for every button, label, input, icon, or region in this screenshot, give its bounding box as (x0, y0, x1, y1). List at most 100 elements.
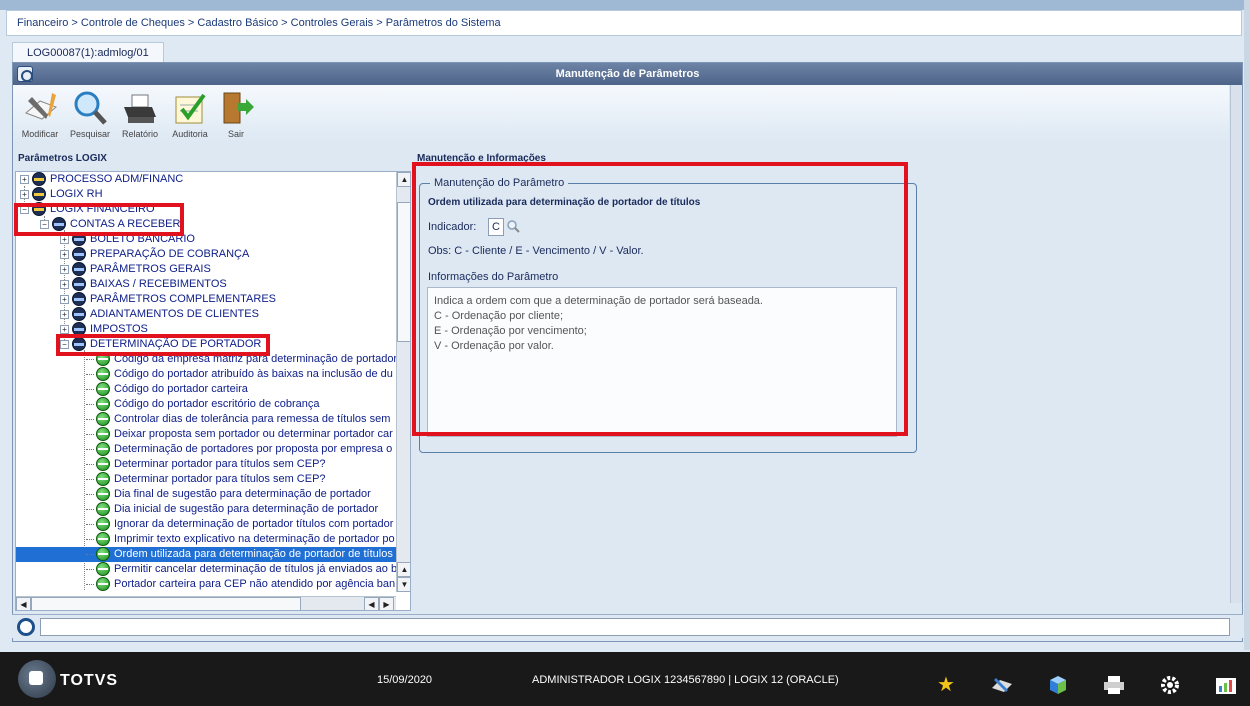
tree-leaf[interactable]: Código do portador escritório de cobranç… (86, 397, 319, 412)
tree-node-boleto[interactable]: + BOLETO BANCÁRIO (60, 232, 195, 247)
expand-icon[interactable]: + (60, 294, 69, 304)
folder-icon (72, 262, 86, 277)
window-app-icon (17, 66, 33, 82)
parameter-icon (96, 412, 110, 427)
parameter-icon (96, 367, 110, 382)
tree-node-adiantamentos[interactable]: + ADIANTAMENTOS DE CLIENTES (60, 307, 259, 322)
status-bar (12, 614, 1243, 638)
tree-leaf[interactable]: Dia final de sugestão para determinação … (86, 487, 371, 502)
top-strip (0, 0, 1250, 10)
tree-leaf[interactable]: Código da empresa matriz para determinaç… (86, 352, 397, 367)
tree-node-baixas[interactable]: + BAIXAS / RECEBIMENTOS (60, 277, 227, 292)
tree-node-logix-rh[interactable]: + LOGIX RH (20, 187, 103, 202)
parameter-description: Ordem utilizada para determinação de por… (428, 197, 701, 208)
scroll-thumb[interactable] (397, 202, 410, 342)
parameter-icon (96, 532, 110, 547)
folder-icon (72, 292, 86, 307)
scroll-left-icon[interactable]: ◀ (16, 597, 31, 610)
info-label: Informações do Parâmetro (428, 271, 559, 283)
chart-stats-icon[interactable] (1214, 674, 1238, 696)
parameter-icon (96, 442, 110, 457)
tree-leaf[interactable]: Determinação de portadores por proposta … (86, 442, 392, 457)
parameter-icon (96, 472, 110, 487)
tree-leaf[interactable]: Código do portador carteira (86, 382, 248, 397)
parameter-icon (96, 547, 110, 562)
indicator-label: Indicador: (428, 221, 477, 233)
expand-icon[interactable]: + (60, 324, 69, 334)
exit-door-icon (218, 89, 254, 127)
collapse-icon[interactable]: − (20, 204, 29, 214)
parameter-icon (96, 352, 110, 367)
totvs-logo-icon[interactable] (18, 660, 56, 698)
breadcrumb: Financeiro > Controle de Cheques > Cadas… (6, 10, 1242, 36)
parameter-icon (96, 502, 110, 517)
tree-node-processo[interactable]: + PROCESSO ADM/FINANC (20, 172, 183, 187)
printer-icon[interactable] (1102, 674, 1126, 696)
tree-node-impostos[interactable]: + IMPOSTOS (60, 322, 148, 337)
tree-leaf[interactable]: Permitir cancelar determinação de título… (86, 562, 397, 577)
expand-icon[interactable]: + (60, 249, 69, 259)
scroll-up-icon[interactable]: ▲ (397, 562, 410, 577)
indicator-field[interactable]: C (488, 218, 504, 236)
expand-icon[interactable]: + (60, 309, 69, 319)
folder-icon (32, 187, 46, 202)
folder-icon (72, 337, 86, 352)
lookup-magnifier-icon[interactable] (506, 219, 520, 233)
search-button[interactable]: Pesquisar (65, 89, 115, 139)
folder-icon (32, 172, 46, 187)
expand-icon[interactable]: + (60, 264, 69, 274)
tree-leaf[interactable]: Dia inicial de sugestão para determinaçã… (86, 502, 378, 517)
folder-icon (72, 247, 86, 262)
status-icon (17, 618, 35, 636)
folder-icon (32, 202, 46, 217)
parameter-icon (96, 382, 110, 397)
modify-button[interactable]: Modificar (15, 89, 65, 139)
cube-box-icon[interactable] (1046, 674, 1070, 696)
scroll-right-icon[interactable]: ▶ (379, 597, 394, 610)
tree-leaf[interactable]: Determinar portador para títulos sem CEP… (86, 457, 326, 472)
expand-icon[interactable]: + (60, 234, 69, 244)
parameter-icon (96, 457, 110, 472)
tree-leaf[interactable]: Portador carteira para CEP não atendido … (86, 577, 395, 592)
exit-button[interactable]: Sair (211, 89, 261, 139)
tree-node-preparacao[interactable]: + PREPARAÇÃO DE COBRANÇA (60, 247, 249, 262)
scroll-thumb[interactable] (31, 597, 301, 610)
tree-horizontal-scrollbar[interactable]: ◀ ◀ ▶ (16, 596, 396, 610)
tree-node-logix-financeiro[interactable]: − LOGIX FINANCEIRO (20, 202, 155, 217)
tree-node-determinacao[interactable]: − DETERMINAÇÃO DE PORTADOR (60, 337, 261, 352)
tree-leaf[interactable]: Controlar dias de tolerância para remess… (86, 412, 390, 427)
tree-vertical-scrollbar[interactable]: ▲ ▲ ▼ (396, 172, 410, 592)
parameter-groupbox-legend: Manutenção do Parâmetro (430, 177, 569, 189)
taskbar: TOTVS 15/09/2020 ADMINISTRADOR LOGIX 123… (0, 652, 1250, 706)
edit-pencil-icon[interactable] (990, 674, 1014, 696)
folder-icon (72, 277, 86, 292)
parameter-icon (96, 577, 110, 592)
tree-node-contas-receber[interactable]: − CONTAS A RECEBER (40, 217, 180, 232)
info-textarea[interactable]: Indica a ordem com que a determinação de… (427, 287, 897, 437)
folder-icon (72, 232, 86, 247)
tree-node-complementares[interactable]: + PARÂMETROS COMPLEMENTARES (60, 292, 276, 307)
scroll-left-icon[interactable]: ◀ (364, 597, 379, 610)
tab-program[interactable]: LOG00087(1):admlog/01 (12, 42, 164, 62)
report-button[interactable]: Relatório (115, 89, 165, 139)
favorites-star-icon[interactable]: ★ (934, 674, 958, 696)
printer-icon (122, 89, 158, 127)
window-scrollbar[interactable] (1230, 85, 1242, 603)
tree-leaf-selected[interactable]: Ordem utilizada para determinação de por… (16, 547, 396, 562)
tree-leaf[interactable]: Código do portador atribuído às baixas n… (86, 367, 393, 382)
collapse-icon[interactable]: − (60, 339, 69, 349)
scroll-up-icon[interactable]: ▲ (397, 172, 410, 187)
audit-button[interactable]: Auditoria (165, 89, 215, 139)
expand-icon[interactable]: + (20, 189, 29, 199)
scroll-down-icon[interactable]: ▼ (397, 577, 410, 592)
collapse-icon[interactable]: − (40, 219, 49, 229)
tree-leaf[interactable]: Determinar portador para títulos sem CEP… (86, 472, 326, 487)
tree-node-parametros-gerais[interactable]: + PARÂMETROS GERAIS (60, 262, 211, 277)
tree-leaf[interactable]: Imprimir texto explicativo na determinaç… (86, 532, 395, 547)
expand-icon[interactable]: + (20, 174, 29, 184)
tree-leaf[interactable]: Ignorar da determinação de portador títu… (86, 517, 393, 532)
settings-gear-icon[interactable] (1158, 674, 1182, 696)
tree-leaf[interactable]: Deixar proposta sem portador ou determin… (86, 427, 393, 442)
session-user: ADMINISTRADOR LOGIX 1234567890 | LOGIX 1… (532, 674, 839, 686)
expand-icon[interactable]: + (60, 279, 69, 289)
